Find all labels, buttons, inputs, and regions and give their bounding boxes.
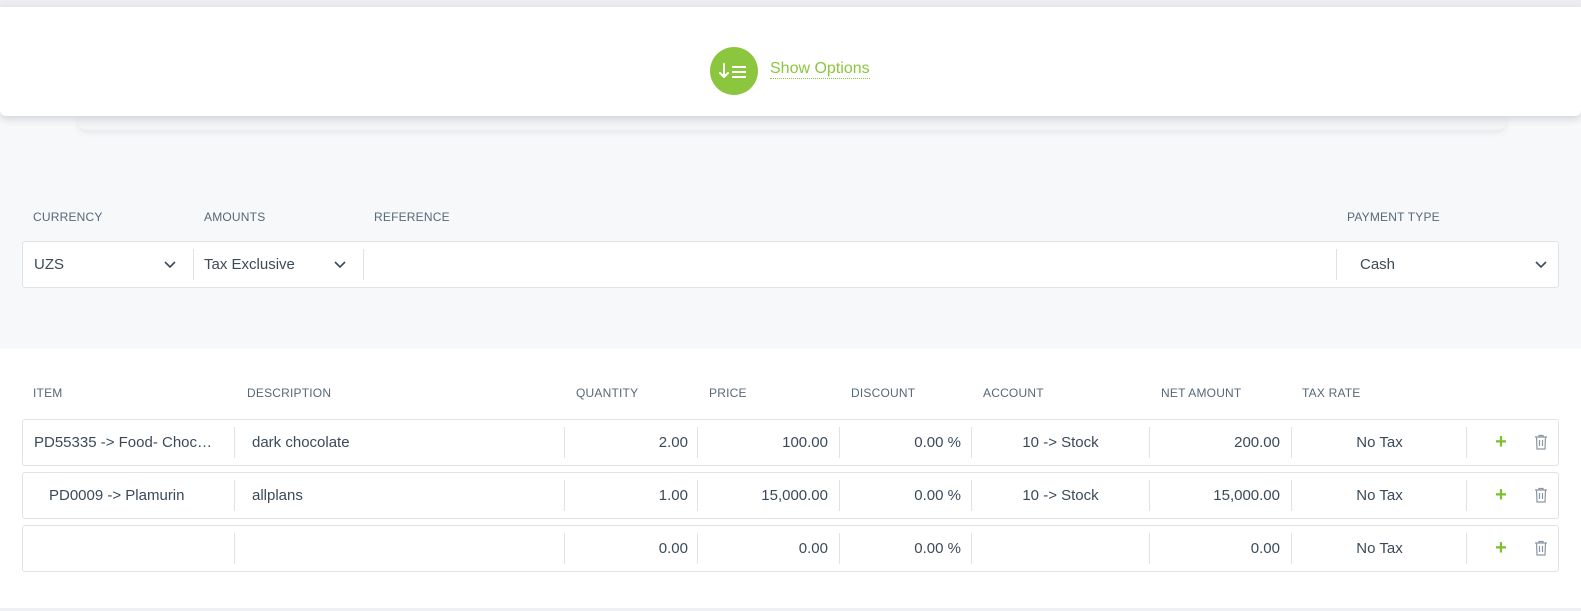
col-quantity: QUANTITY xyxy=(576,386,639,400)
quantity-cell[interactable]: 1.00 xyxy=(568,473,688,518)
tax-rate-value: No Tax xyxy=(1356,540,1403,557)
top-strip xyxy=(0,0,1581,7)
options-shadow xyxy=(78,116,1506,130)
payment-type-label: PAYMENT TYPE xyxy=(1347,210,1440,224)
col-description: DESCRIPTION xyxy=(247,386,332,400)
currency-value: UZS xyxy=(34,256,64,273)
discount-cell[interactable]: 0.00 % xyxy=(843,473,961,518)
col-tax-rate: TAX RATE xyxy=(1302,386,1361,400)
trash-icon[interactable] xyxy=(1534,487,1548,503)
table-row: PD0009 -> Plamurin allplans 1.00 15,000.… xyxy=(22,472,1559,519)
description-cell[interactable]: dark chocolate xyxy=(252,420,552,465)
currency-label: CURRENCY xyxy=(33,210,103,224)
tax-rate-value: No Tax xyxy=(1356,487,1403,504)
col-net-amount: NET AMOUNT xyxy=(1161,386,1242,400)
trash-icon[interactable] xyxy=(1534,434,1548,450)
description-value: allplans xyxy=(252,487,303,504)
amounts-label: AMOUNTS xyxy=(204,210,266,224)
net-amount-cell[interactable]: 0.00 xyxy=(1153,526,1280,571)
tax-rate-cell[interactable]: No Tax xyxy=(1293,473,1466,518)
add-line-button[interactable]: + xyxy=(1489,526,1513,571)
account-cell[interactable]: 10 -> Stock xyxy=(973,473,1148,518)
col-discount: DISCOUNT xyxy=(851,386,916,400)
header-fields-row: UZS Tax Exclusive Cash xyxy=(22,241,1559,288)
net-amount-value: 15,000.00 xyxy=(1213,487,1280,504)
payment-type-select[interactable]: Cash xyxy=(1360,242,1540,287)
quantity-cell[interactable]: 2.00 xyxy=(568,420,688,465)
item-value: PD55335 -> Food- Choc… xyxy=(34,434,213,451)
quantity-value: 1.00 xyxy=(658,487,688,504)
net-amount-cell[interactable]: 200.00 xyxy=(1153,420,1280,465)
quantity-value: 2.00 xyxy=(658,434,688,451)
quantity-cell[interactable]: 0.00 xyxy=(568,526,688,571)
discount-value: 0.00 % xyxy=(914,434,961,451)
price-cell[interactable]: 100.00 xyxy=(701,420,828,465)
tax-rate-cell[interactable]: No Tax xyxy=(1293,420,1466,465)
net-amount-value: 200.00 xyxy=(1234,434,1280,451)
discount-cell[interactable]: 0.00 % xyxy=(843,526,961,571)
account-value: 10 -> Stock xyxy=(1022,434,1099,451)
trash-icon[interactable] xyxy=(1534,540,1548,556)
chevron-down-icon xyxy=(1535,261,1547,269)
price-cell[interactable]: 0.00 xyxy=(701,526,828,571)
table-row: PD55335 -> Food- Choc… dark chocolate 2.… xyxy=(22,419,1559,466)
col-item: ITEM xyxy=(33,386,63,400)
net-amount-cell[interactable]: 15,000.00 xyxy=(1153,473,1280,518)
account-cell[interactable]: 10 -> Stock xyxy=(973,420,1148,465)
discount-value: 0.00 % xyxy=(914,540,961,557)
quantity-value: 0.00 xyxy=(658,540,688,557)
col-price: PRICE xyxy=(709,386,747,400)
table-row: 0.00 0.00 0.00 % 0.00 No Tax + xyxy=(22,525,1559,572)
add-line-button[interactable]: + xyxy=(1489,420,1513,465)
item-cell[interactable]: PD0009 -> Plamurin xyxy=(49,473,234,518)
net-amount-value: 0.00 xyxy=(1250,540,1280,557)
amounts-value: Tax Exclusive xyxy=(204,256,295,273)
tax-rate-cell[interactable]: No Tax xyxy=(1293,526,1466,571)
price-value: 100.00 xyxy=(782,434,828,451)
item-cell[interactable]: PD55335 -> Food- Choc… xyxy=(34,420,229,465)
show-options-link[interactable]: Show Options xyxy=(770,60,870,79)
description-cell[interactable] xyxy=(252,526,552,571)
item-value: PD0009 -> Plamurin xyxy=(49,487,185,504)
reference-input[interactable] xyxy=(365,242,1325,287)
payment-type-value: Cash xyxy=(1360,256,1396,273)
price-value: 0.00 xyxy=(798,540,828,557)
discount-value: 0.00 % xyxy=(914,487,961,504)
reference-label: REFERENCE xyxy=(374,210,450,224)
add-line-button[interactable]: + xyxy=(1489,473,1513,518)
tax-rate-value: No Tax xyxy=(1356,434,1403,451)
description-value: dark chocolate xyxy=(252,434,350,451)
sort-list-icon xyxy=(719,63,746,78)
account-cell[interactable] xyxy=(973,526,1148,571)
chevron-down-icon xyxy=(334,261,346,269)
item-cell[interactable] xyxy=(34,526,229,571)
discount-cell[interactable]: 0.00 % xyxy=(843,420,961,465)
col-account: ACCOUNT xyxy=(983,386,1044,400)
show-options-button[interactable] xyxy=(710,47,758,95)
account-value: 10 -> Stock xyxy=(1022,487,1099,504)
price-cell[interactable]: 15,000.00 xyxy=(701,473,828,518)
chevron-down-icon xyxy=(164,261,176,269)
price-value: 15,000.00 xyxy=(761,487,828,504)
description-cell[interactable]: allplans xyxy=(252,473,552,518)
